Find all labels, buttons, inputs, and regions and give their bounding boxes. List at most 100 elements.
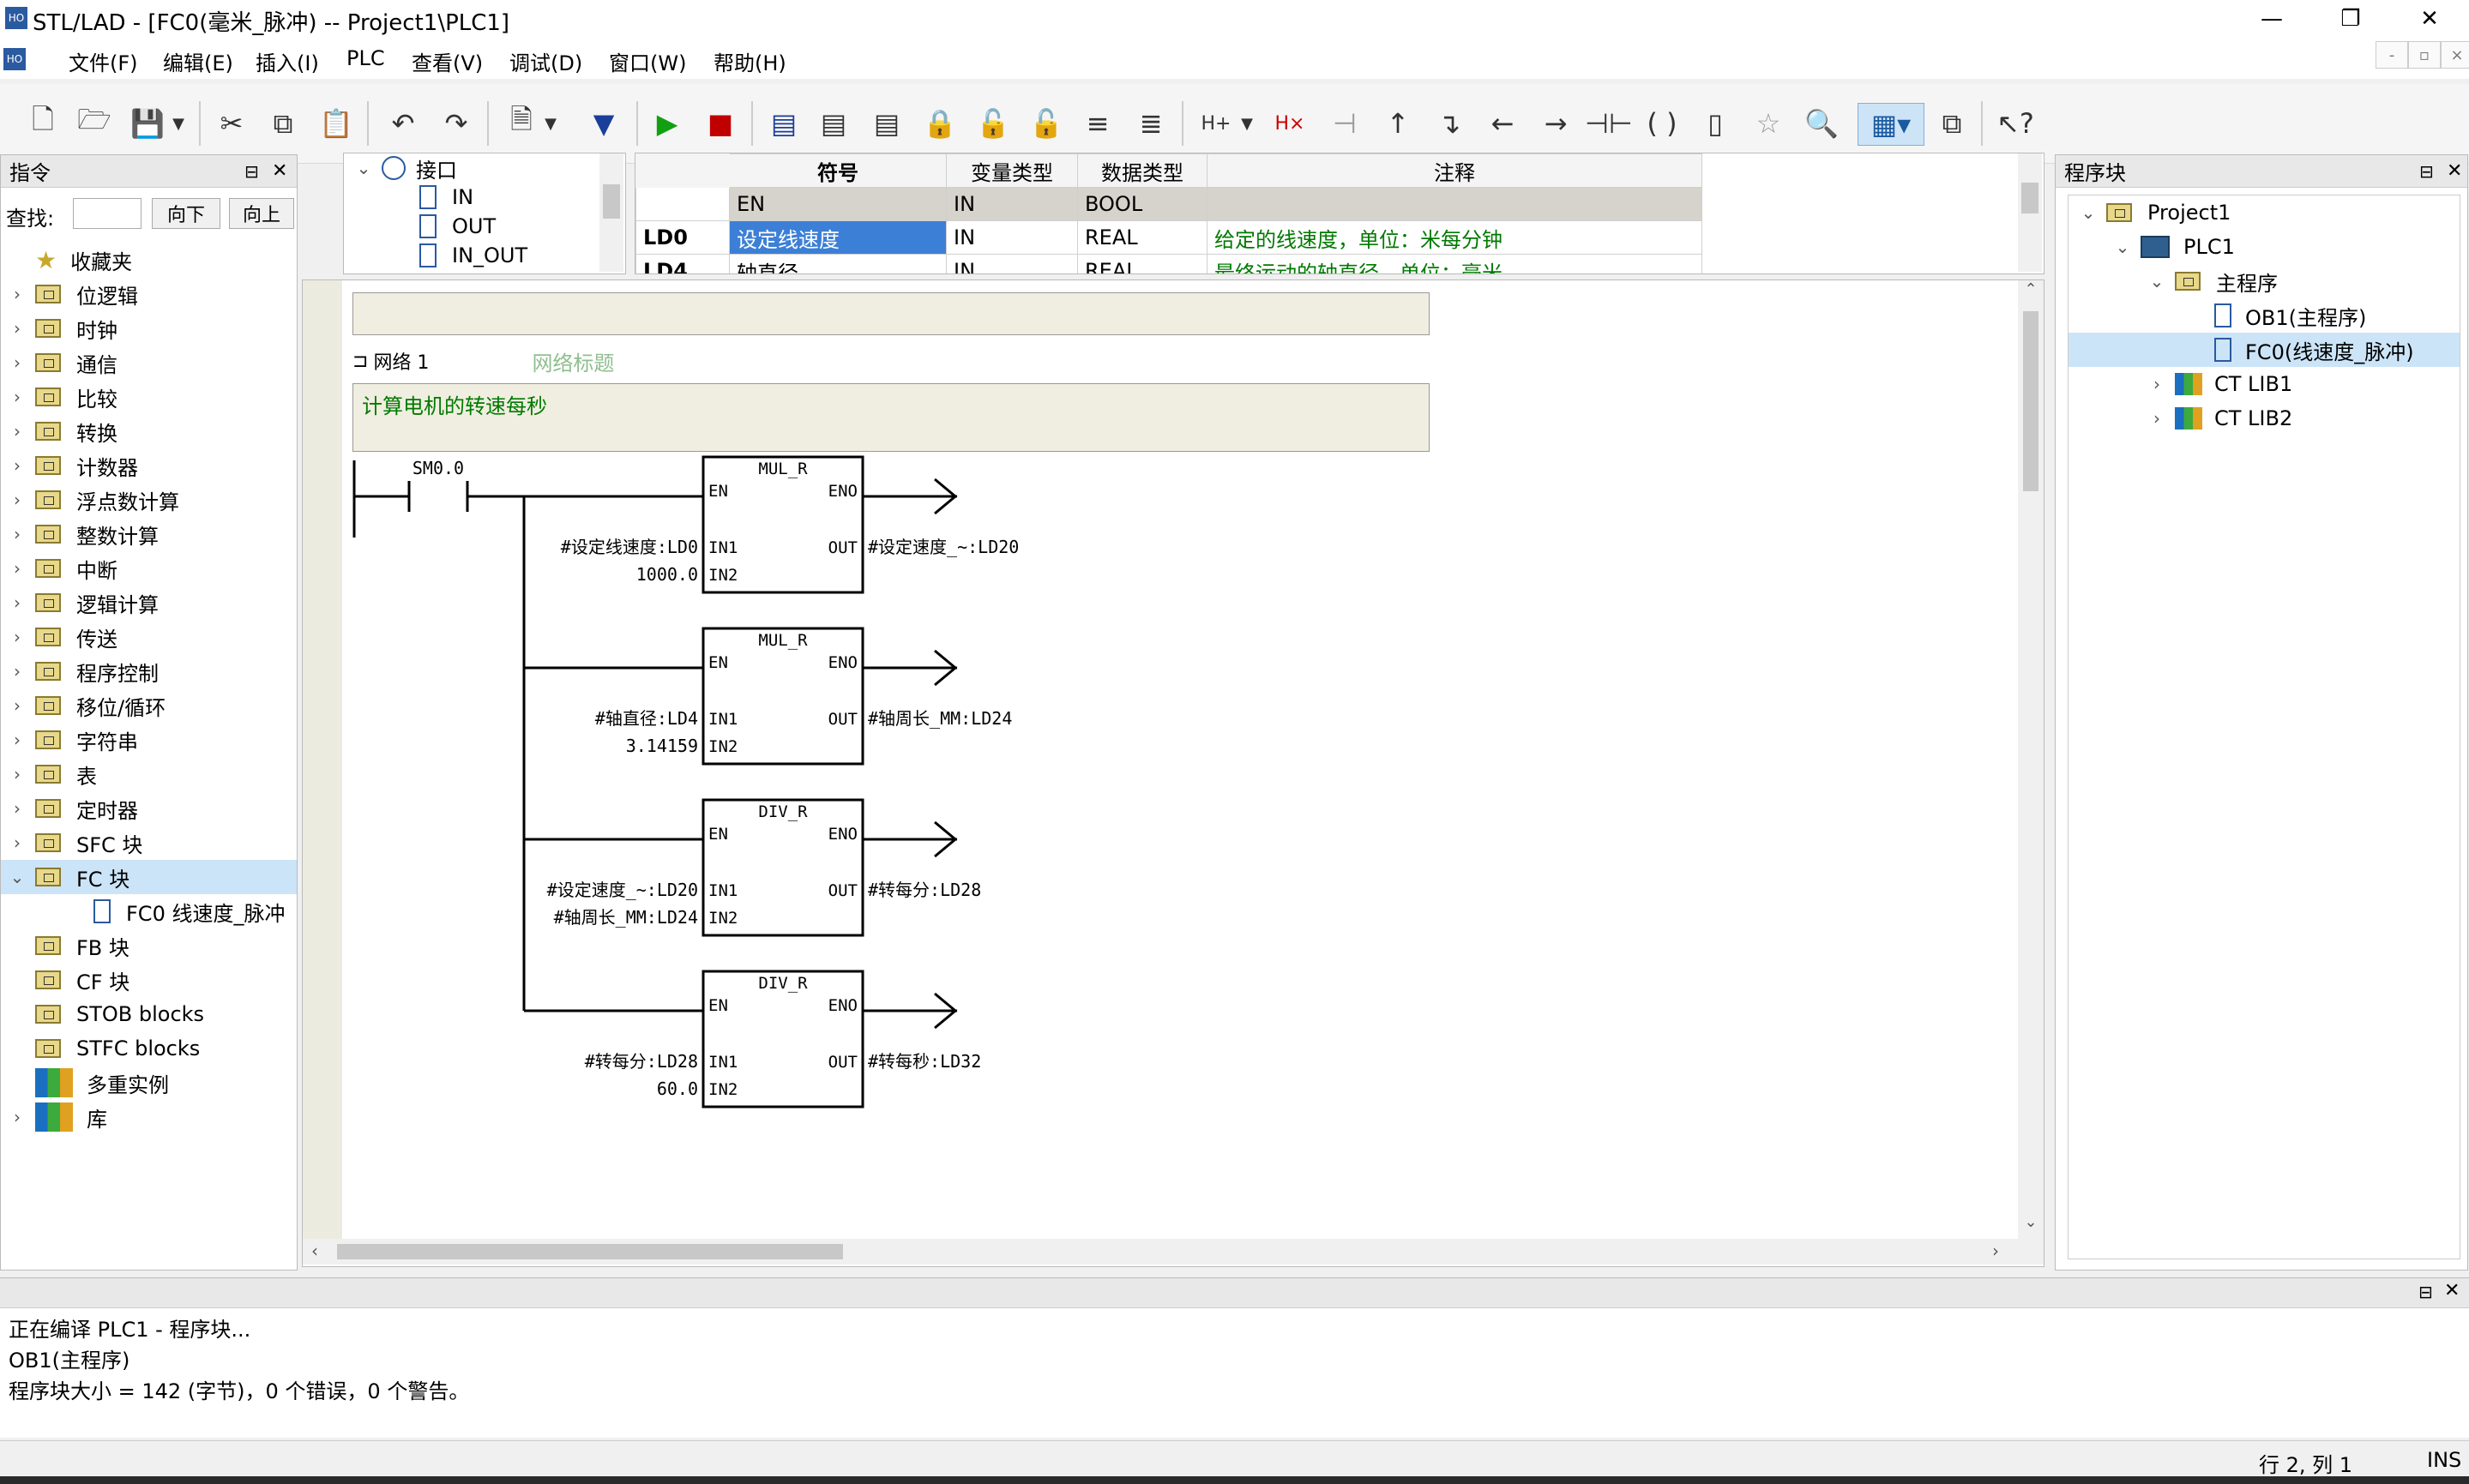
branch-up-icon[interactable]: ↑ [1377,103,1418,144]
out-operand[interactable]: #轴周长_MM:LD24 [868,708,1012,729]
save-icon[interactable]: 💾 [127,103,168,144]
tree-plc[interactable]: ⌄ PLC1 [2069,230,2460,264]
close-icon[interactable]: ✕ [272,160,287,182]
lock-icon[interactable]: 🔒 [919,103,961,144]
program-status-icon[interactable]: ▤ [763,103,804,144]
instr-library[interactable]: › 库 [1,1100,297,1134]
close-icon[interactable]: ✕ [2447,160,2462,182]
open-icon[interactable]: 🗁 [74,103,115,144]
column-header[interactable]: 注释 [1207,153,1702,188]
menu-plc[interactable]: PLC [340,43,392,74]
interface-out[interactable]: OUT [344,212,625,241]
contact-label[interactable]: SM0.0 [413,458,464,478]
instr-multi-instance[interactable]: 多重实例 [1,1066,297,1100]
force-icon[interactable]: 🔓 [1026,103,1067,144]
instr-item-2[interactable]: › 时钟 [1,311,297,345]
instr-item-6[interactable]: › 计数器 [1,448,297,483]
table-view-icon[interactable]: ▦▾ [1858,103,1924,146]
instr-item2-0[interactable]: FB 块 [1,928,297,963]
insert-dropdown-icon[interactable]: ▼ [1237,103,1257,144]
instr-item-16[interactable]: › 定时器 [1,791,297,826]
expand-icon[interactable]: › [2146,408,2168,429]
dtype-cell[interactable]: BOOL [1077,187,1207,221]
comment-cell[interactable]: 最终运动的轴直径，单位：毫米 [1207,254,1702,273]
search-down-button[interactable]: 向下 [152,198,220,229]
tree-main[interactable]: ⌄ 主程序 [2069,264,2460,298]
in1-operand[interactable]: #转每分:LD28 [585,1051,698,1072]
symbol-cell-selected[interactable]: 设定线速度 [729,220,947,255]
cut-icon[interactable]: ✂ [211,103,252,144]
instr-item-7[interactable]: › 浮点数计算 [1,483,297,517]
expand-icon[interactable]: › [6,421,28,442]
interface-inout[interactable]: IN_OUT [344,241,625,270]
in1-operand[interactable]: #设定线速度:LD0 [561,537,698,557]
instr-item-18[interactable]: ⌄ FC 块 [1,860,297,894]
instr-item-15[interactable]: › 表 [1,757,297,791]
collapse-icon[interactable]: ⌄ [2146,271,2168,291]
out-operand[interactable]: #设定速度_~:LD20 [868,537,1019,557]
indent-icon[interactable]: ≡ [1077,103,1118,144]
tree-project[interactable]: ⌄ Project1 [2069,195,2460,230]
zoom-icon[interactable]: 🔍 [1801,103,1842,144]
help-icon[interactable]: ↖? [1995,103,2036,144]
close-icon[interactable]: ✕ [2444,1280,2460,1301]
editor-vscrollbar[interactable]: ⌃ ⌄ [2018,280,2044,1239]
pin-icon[interactable]: ⊟ [2419,161,2434,182]
comment-cell[interactable]: 给定的线速度，单位：米每分钟 [1207,220,1702,255]
in1-operand[interactable]: #轴直径:LD4 [595,708,698,729]
insert-network-icon[interactable]: H+ [1195,103,1237,144]
search-up-button[interactable]: 向上 [229,198,294,229]
box-name[interactable]: DIV_R [758,974,808,993]
instr-item-17[interactable]: › SFC 块 [1,826,297,860]
in2-operand[interactable]: #轴周长_MM:LD24 [554,907,698,928]
branch-down-icon[interactable]: ↴ [1429,103,1470,144]
compile-dropdown-icon[interactable]: ▼ [540,103,561,144]
out-operand[interactable]: #转每秒:LD32 [868,1051,981,1072]
expand-icon[interactable]: › [6,558,28,579]
box-name[interactable]: MUL_R [758,460,808,478]
instr-item-10[interactable]: › 逻辑计算 [1,586,297,620]
in1-operand[interactable]: #设定速度_~:LD20 [547,880,698,900]
expand-icon[interactable]: › [6,661,28,682]
close-button[interactable]: ✕ [2390,0,2469,38]
expand-icon[interactable]: › [6,455,28,476]
collapse-icon[interactable]: ⌄ [2111,237,2134,257]
table-scrollbar[interactable] [2018,153,2042,272]
run-icon[interactable]: ▶ [647,103,688,144]
column-header[interactable]: 数据类型 [1077,153,1207,188]
line-left-icon[interactable]: ← [1482,103,1523,144]
expand-icon[interactable]: › [6,764,28,784]
ladder-diagram[interactable]: SM0.0 MUL_R EN ENO IN1 OUT IN2 #设定线速度:LD0 1000.0… [303,280,1932,1239]
instr-item-11[interactable]: › 传送 [1,620,297,654]
mdi-restore-button[interactable]: ▫ [2408,41,2441,69]
paste-icon[interactable]: 📋 [316,103,357,144]
redo-icon[interactable]: ↷ [436,103,477,144]
instr-item-9[interactable]: › 中断 [1,551,297,586]
tree-scrollbar[interactable] [599,153,623,272]
expand-icon[interactable]: › [2146,374,2168,394]
editor-hscrollbar[interactable]: ‹ › [303,1239,2044,1265]
box-icon[interactable]: ▯ [1695,103,1736,144]
instr-item-4[interactable]: › 比较 [1,380,297,414]
chart-status-icon[interactable]: ▤ [813,103,854,144]
instr-item-13[interactable]: › 移位/循环 [1,688,297,723]
new-icon[interactable]: 🗋 [22,103,63,144]
expand-icon[interactable]: › [6,695,28,716]
menu-help[interactable]: 帮助(H) [707,43,793,80]
tree-lib2[interactable]: › CT LIB2 [2069,401,2460,436]
in2-operand[interactable]: 1000.0 [636,564,698,585]
collapse-icon[interactable]: ⌄ [352,158,375,178]
search-input[interactable] [73,198,142,229]
dtype-cell[interactable]: REAL [1077,220,1207,255]
vtype-cell[interactable]: IN [946,254,1078,273]
stop-icon[interactable]: ■ [700,103,741,144]
instr-item-3[interactable]: › 通信 [1,345,297,380]
instr-item-0[interactable]: ★ 收藏夹 [1,243,297,277]
instr-item2-1[interactable]: CF 块 [1,963,297,997]
menu-insert[interactable]: 插入(I) [249,43,326,80]
undo-icon[interactable]: ↶ [382,103,424,144]
expand-icon[interactable]: › [6,730,28,750]
compile-icon[interactable]: 🗎 [501,103,542,144]
column-header[interactable]: 符号 [729,153,947,188]
instr-fc0[interactable]: FC0 线速度_脉冲 [1,894,297,928]
